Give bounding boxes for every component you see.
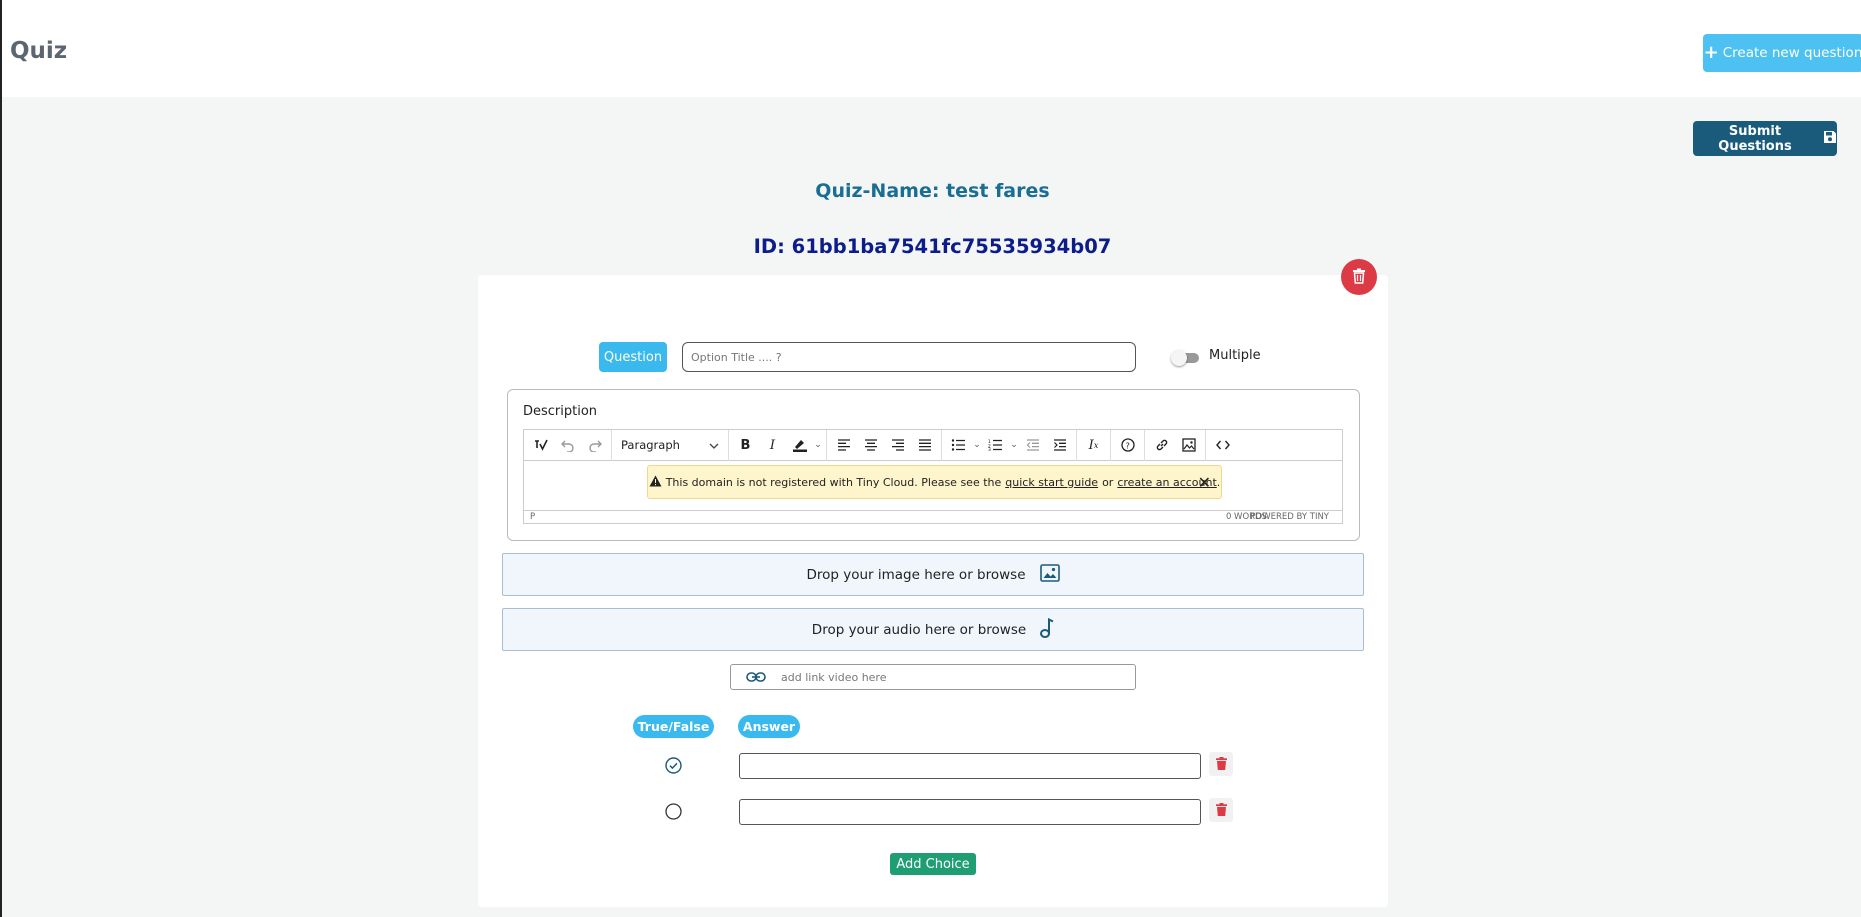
true-false-header: True/False	[633, 715, 714, 738]
create-new-question-label: Create new question	[1722, 45, 1861, 61]
spellcheck-icon[interactable]	[527, 433, 554, 457]
align-justify-icon[interactable]	[911, 433, 938, 457]
tiny-cloud-notice: This domain is not registered with Tiny …	[647, 465, 1222, 499]
powered-by-link[interactable]: POWERED BY TINY	[1250, 512, 1329, 522]
notice-end: .	[1216, 475, 1221, 489]
music-note-icon	[1040, 617, 1054, 642]
quick-start-guide-link[interactable]: quick start guide	[1005, 476, 1098, 489]
image-dropzone-label: Drop your image here or browse	[806, 566, 1026, 583]
chevron-down-icon[interactable]: ⌄	[1009, 440, 1019, 450]
align-right-icon[interactable]	[884, 433, 911, 457]
link-icon[interactable]	[1148, 433, 1175, 457]
description-label: Description	[523, 404, 598, 419]
quiz-name: Quiz-Name: test fares	[815, 180, 1050, 202]
rich-text-editor[interactable]: Paragraph B I ⌄ ⌄ 1 2 3 ⌄ I x ? This dom…	[523, 429, 1343, 524]
top-bar: Quiz + Create new question	[2, 0, 1861, 97]
chevron-down-icon	[709, 438, 719, 452]
answer-header: Answer	[738, 715, 800, 738]
plus-icon: +	[1703, 42, 1719, 63]
notice-or: or	[1102, 475, 1114, 489]
submit-questions-label: Submit Questions	[1718, 123, 1792, 154]
clear-formatting-icon[interactable]: Ix	[1080, 433, 1107, 457]
page-title: Quiz	[10, 38, 68, 64]
delete-question-button[interactable]	[1341, 259, 1377, 295]
block-format-select[interactable]: Paragraph	[615, 433, 725, 457]
block-format-value: Paragraph	[621, 438, 680, 452]
audio-dropzone[interactable]: Drop your audio here or browse	[502, 608, 1364, 651]
numbered-list-icon[interactable]: 123	[982, 433, 1009, 457]
audio-dropzone-label: Drop your audio here or browse	[811, 621, 1027, 638]
question-title-input[interactable]	[682, 342, 1136, 372]
element-path[interactable]: P	[530, 512, 535, 522]
create-new-question-button[interactable]: + Create new question	[1703, 34, 1861, 72]
indent-icon[interactable]	[1046, 433, 1073, 457]
choice-answer-input[interactable]	[739, 753, 1201, 779]
align-center-icon[interactable]	[857, 433, 884, 457]
multiple-label: Multiple	[1209, 348, 1261, 363]
add-choice-button[interactable]: Add Choice	[890, 853, 976, 875]
source-code-icon[interactable]	[1209, 433, 1236, 457]
video-link-field[interactable]	[730, 664, 1136, 690]
delete-choice-button[interactable]	[1209, 752, 1233, 776]
close-icon[interactable]: ✕	[1198, 473, 1211, 492]
image-icon	[1039, 563, 1060, 586]
chevron-down-icon[interactable]: ⌄	[813, 440, 823, 450]
trash-icon	[1215, 801, 1227, 820]
quiz-id: ID: 61bb1ba7541fc75535934b07	[753, 235, 1112, 258]
align-left-icon[interactable]	[830, 433, 857, 457]
undo-icon[interactable]	[554, 433, 581, 457]
trash-icon	[1215, 755, 1227, 774]
bold-icon[interactable]: B	[732, 433, 759, 457]
svg-text:?: ?	[1125, 441, 1129, 450]
image-dropzone[interactable]: Drop your image here or browse	[502, 553, 1364, 596]
outdent-icon[interactable]	[1019, 433, 1046, 457]
question-label: Question	[599, 342, 667, 372]
bullet-list-icon[interactable]	[945, 433, 972, 457]
redo-icon[interactable]	[581, 433, 608, 457]
save-icon	[1823, 130, 1837, 148]
editor-toolbar: Paragraph B I ⌄ ⌄ 1 2 3 ⌄ I x ?	[524, 429, 1342, 461]
chevron-down-icon[interactable]: ⌄	[972, 440, 982, 450]
notice-text: This domain is not registered with Tiny …	[665, 475, 1002, 489]
svg-text:3: 3	[988, 447, 991, 451]
multiple-toggle[interactable]	[1171, 350, 1201, 366]
help-icon[interactable]: ?	[1114, 433, 1141, 457]
choice-correct-radio[interactable]	[665, 757, 682, 774]
italic-icon[interactable]: I	[759, 433, 786, 457]
toggle-knob	[1171, 350, 1187, 366]
highlight-color-icon[interactable]	[786, 433, 813, 457]
warning-icon	[649, 475, 662, 490]
insert-image-icon[interactable]	[1175, 433, 1202, 457]
choice-correct-radio[interactable]	[665, 803, 682, 820]
video-link-input[interactable]	[781, 666, 1121, 688]
delete-choice-button[interactable]	[1209, 798, 1233, 822]
editor-statusbar: P 0 WORDS POWERED BY TINY	[524, 510, 1342, 523]
link-icon	[731, 671, 781, 683]
submit-questions-button[interactable]: Submit Questions	[1693, 121, 1837, 156]
trash-icon	[1352, 268, 1366, 287]
choice-answer-input[interactable]	[739, 799, 1201, 825]
